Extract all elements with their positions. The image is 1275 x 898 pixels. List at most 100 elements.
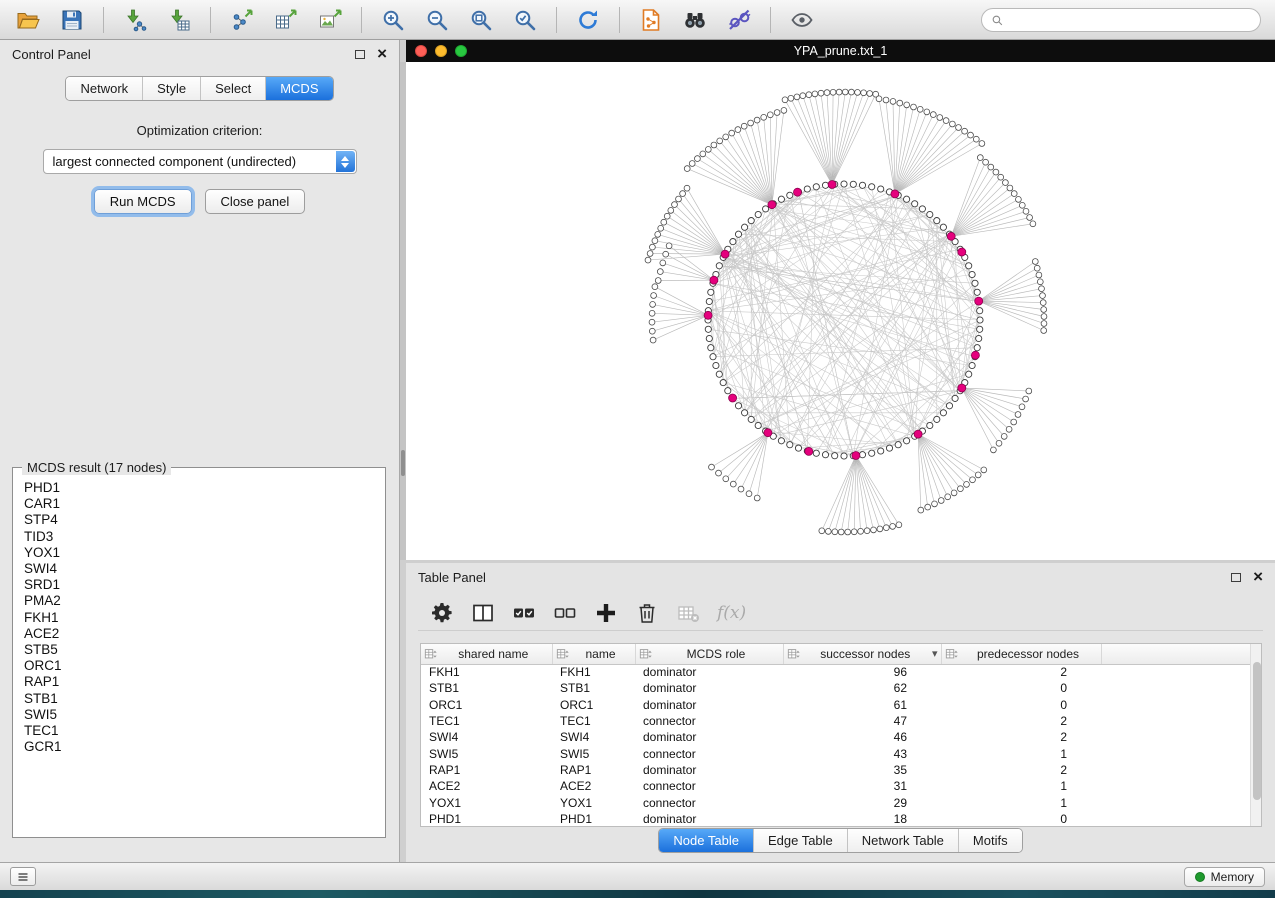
memory-status-icon xyxy=(1195,872,1205,882)
task-list-button[interactable] xyxy=(10,867,36,886)
mcds-result-node[interactable]: ORC1 xyxy=(24,658,382,674)
add-row-icon[interactable] xyxy=(594,601,618,625)
zoom-fit-icon[interactable] xyxy=(463,5,499,35)
mcds-result-node[interactable]: CAR1 xyxy=(24,496,382,512)
mcds-result-node[interactable]: TEC1 xyxy=(24,723,382,739)
table-row[interactable]: ORC1ORC1dominator610 xyxy=(421,697,1261,713)
mcds-result-node[interactable]: YOX1 xyxy=(24,545,382,561)
mcds-result-node[interactable]: SWI5 xyxy=(24,707,382,723)
toolbar-icon-group xyxy=(10,5,820,35)
table-row[interactable]: ACE2ACE2connector311 xyxy=(421,778,1261,794)
column-header-shared-name[interactable]: shared name xyxy=(421,644,552,664)
criterion-dropdown-value: largest connected component (undirected) xyxy=(53,154,297,169)
close-table-panel-icon[interactable]: × xyxy=(1253,571,1263,583)
mcds-result-node[interactable]: PHD1 xyxy=(24,480,382,496)
divider-scroll-thumb[interactable] xyxy=(401,450,405,476)
table-row[interactable]: SWI5SWI5connector431 xyxy=(421,745,1261,761)
table-scrollbar-thumb[interactable] xyxy=(1253,662,1261,800)
export-network-icon[interactable] xyxy=(224,5,260,35)
mcds-result-node[interactable]: STP4 xyxy=(24,512,382,528)
mcds-result-node[interactable]: SRD1 xyxy=(24,577,382,593)
table-toolbar: f(x) xyxy=(418,595,1263,631)
table-row[interactable]: YOX1YOX1connector291 xyxy=(421,794,1261,810)
network-window-titlebar[interactable]: YPA_prune.txt_1 xyxy=(406,40,1275,62)
tab-edge-table[interactable]: Edge Table xyxy=(754,829,848,852)
mcds-result-node[interactable]: FKH1 xyxy=(24,610,382,626)
delete-table-icon xyxy=(676,601,700,625)
mcds-result-node[interactable]: STB1 xyxy=(24,691,382,707)
table-row[interactable]: RAP1RAP1dominator352 xyxy=(421,762,1261,778)
table-row[interactable]: SWI4SWI4dominator462 xyxy=(421,729,1261,745)
float-panel-icon[interactable] xyxy=(355,50,365,59)
zoom-out-icon[interactable] xyxy=(419,5,455,35)
tab-node-table[interactable]: Node Table xyxy=(659,829,754,852)
table-sort-icon xyxy=(556,647,570,661)
mcds-result-node[interactable]: TID3 xyxy=(24,529,382,545)
network-canvas[interactable] xyxy=(406,62,1275,560)
close-window-icon[interactable] xyxy=(415,45,427,57)
open-folder-icon[interactable] xyxy=(10,5,46,35)
mcds-result-node[interactable]: GCR1 xyxy=(24,739,382,755)
tab-network[interactable]: Network xyxy=(66,77,143,100)
column-header-MCDS-role[interactable]: MCDS role xyxy=(635,644,783,664)
tab-network-table[interactable]: Network Table xyxy=(848,829,959,852)
mcds-result-node[interactable]: ACE2 xyxy=(24,626,382,642)
mcds-result-node[interactable]: STB5 xyxy=(24,642,382,658)
close-mcds-panel-button[interactable]: Close panel xyxy=(205,189,306,214)
optimization-criterion-label: Optimization criterion: xyxy=(0,123,399,138)
search-input[interactable] xyxy=(1010,13,1251,27)
export-image-icon[interactable] xyxy=(312,5,348,35)
column-header-name[interactable]: name xyxy=(552,644,635,664)
table-row[interactable]: TEC1TEC1connector472 xyxy=(421,713,1261,729)
mcds-result-node[interactable]: RAP1 xyxy=(24,674,382,690)
maximize-window-icon[interactable] xyxy=(455,45,467,57)
import-network-icon[interactable] xyxy=(117,5,153,35)
toolbar-separator xyxy=(210,7,211,33)
column-header-predecessor-nodes[interactable]: predecessor nodes xyxy=(941,644,1101,664)
run-mcds-button[interactable]: Run MCDS xyxy=(94,189,192,214)
criterion-dropdown[interactable]: largest connected component (undirected) xyxy=(43,149,357,174)
column-header-successor-nodes[interactable]: successor nodes▾ xyxy=(783,644,941,664)
table-row[interactable]: STB1STB1dominator620 xyxy=(421,680,1261,696)
delete-row-icon[interactable] xyxy=(635,601,659,625)
binoculars-icon[interactable] xyxy=(677,5,713,35)
tab-select[interactable]: Select xyxy=(201,77,266,100)
gear-icon[interactable] xyxy=(430,601,454,625)
table-row[interactable]: FKH1FKH1dominator962 xyxy=(421,664,1261,680)
toolbar-separator xyxy=(361,7,362,33)
toolbar-separator xyxy=(556,7,557,33)
tab-mcds[interactable]: MCDS xyxy=(266,77,332,100)
mcds-result-title: MCDS result (17 nodes) xyxy=(22,460,171,475)
import-table-icon[interactable] xyxy=(161,5,197,35)
export-table-icon[interactable] xyxy=(268,5,304,35)
mcds-result-node[interactable]: SWI4 xyxy=(24,561,382,577)
tab-motifs[interactable]: Motifs xyxy=(959,829,1022,852)
zoom-selected-icon[interactable] xyxy=(507,5,543,35)
mcds-result-node[interactable]: PMA2 xyxy=(24,593,382,609)
table-panel: Table Panel × f(x) shared namenameMCDS r… xyxy=(406,563,1275,862)
select-all-icon[interactable] xyxy=(512,601,536,625)
memory-button[interactable]: Memory xyxy=(1184,867,1265,887)
hide-annotations-icon[interactable] xyxy=(721,5,757,35)
tab-style[interactable]: Style xyxy=(143,77,201,100)
table-scrollbar[interactable] xyxy=(1250,644,1261,826)
save-icon[interactable] xyxy=(54,5,90,35)
minimize-window-icon[interactable] xyxy=(435,45,447,57)
share-document-icon[interactable] xyxy=(633,5,669,35)
deselect-all-icon[interactable] xyxy=(553,601,577,625)
refresh-icon[interactable] xyxy=(570,5,606,35)
memory-label: Memory xyxy=(1211,870,1254,884)
mcds-result-list: PHD1CAR1STP4TID3YOX1SWI4SRD1PMA2FKH1ACE2… xyxy=(16,478,382,834)
dropdown-stepper-icon xyxy=(336,151,355,172)
table-sort-icon xyxy=(639,647,653,661)
zoom-in-icon[interactable] xyxy=(375,5,411,35)
list-icon xyxy=(16,871,30,883)
table-panel-title: Table Panel xyxy=(418,570,486,585)
close-panel-icon[interactable]: × xyxy=(377,48,387,60)
float-table-panel-icon[interactable] xyxy=(1231,573,1241,582)
status-bar: Memory xyxy=(0,862,1275,890)
show-eye-icon[interactable] xyxy=(784,5,820,35)
toolbar-separator xyxy=(619,7,620,33)
table-row[interactable]: PHD1PHD1dominator180 xyxy=(421,811,1261,827)
columns-icon[interactable] xyxy=(471,601,495,625)
